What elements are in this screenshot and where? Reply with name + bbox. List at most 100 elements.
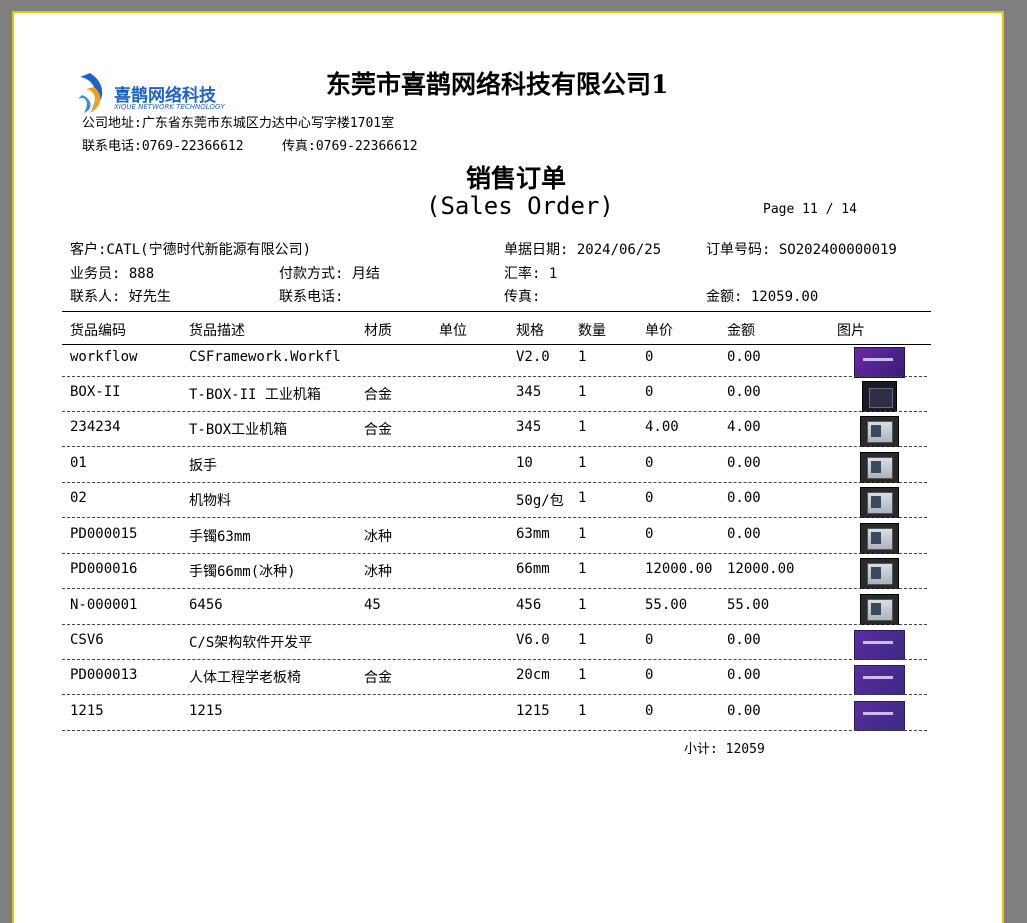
salesman: 业务员: 888 bbox=[70, 266, 155, 282]
cell-qty: 1 bbox=[578, 703, 587, 719]
col-header-image: 图片 bbox=[837, 323, 865, 339]
table-row: 234234 T-BOX工业机箱 合金 345 1 4.00 4.00 bbox=[14, 413, 1006, 448]
table-row: 01 扳手 10 1 0 0.00 bbox=[14, 449, 1006, 484]
cell-spec: 20cm bbox=[516, 667, 550, 683]
cell-spec: 456 bbox=[516, 597, 542, 613]
table-row: PD000016 手镯66mm(冰种) 冰种 66mm 1 12000.00 1… bbox=[14, 555, 1006, 590]
row-divider bbox=[62, 659, 927, 660]
cell-spec: V6.0 bbox=[516, 632, 550, 648]
product-image bbox=[860, 487, 899, 518]
cell-code: PD000016 bbox=[70, 561, 138, 577]
col-header-qty: 数量 bbox=[578, 323, 606, 339]
col-header-unit: 单位 bbox=[439, 323, 467, 339]
cell-code: 234234 bbox=[70, 419, 121, 435]
table-row: 1215 1215 1215 1 0 0.00 bbox=[14, 697, 1006, 732]
cell-amount: 0.00 bbox=[727, 349, 761, 365]
cell-amount: 55.00 bbox=[727, 597, 770, 613]
cell-desc: 6456 bbox=[189, 597, 223, 613]
cell-qty: 1 bbox=[578, 490, 587, 506]
cell-spec: 1215 bbox=[516, 703, 550, 719]
cell-amount: 0.00 bbox=[727, 526, 761, 542]
cell-price: 0 bbox=[645, 703, 654, 719]
cell-price: 0 bbox=[645, 490, 654, 506]
cell-desc: CSFramework.Workfl bbox=[189, 349, 341, 365]
subtotal: 小计: 12059 bbox=[684, 742, 765, 757]
page-number: Page 11 / 14 bbox=[763, 202, 857, 217]
info-fax: 传真: bbox=[504, 289, 541, 305]
cell-spec: 63mm bbox=[516, 526, 550, 542]
cell-desc: 扳手 bbox=[189, 458, 217, 474]
row-divider bbox=[62, 446, 927, 447]
cell-desc: 1215 bbox=[189, 703, 223, 719]
cell-desc: 手镯63mm bbox=[189, 529, 251, 545]
cell-code: 02 bbox=[70, 490, 87, 506]
cell-price: 55.00 bbox=[645, 597, 688, 613]
cell-material: 冰种 bbox=[364, 564, 392, 580]
cell-code: CSV6 bbox=[70, 632, 104, 648]
product-image bbox=[860, 523, 899, 554]
product-image bbox=[854, 665, 905, 695]
row-divider bbox=[62, 553, 927, 554]
table-row: PD000013 人体工程学老板椅 合金 20cm 1 0 0.00 bbox=[14, 661, 1006, 696]
cell-price: 0 bbox=[645, 632, 654, 648]
company-phone: 联系电话:0769-22366612 bbox=[82, 139, 244, 154]
cell-desc: 机物料 bbox=[189, 493, 231, 509]
doc-date: 单据日期: 2024/06/25 bbox=[504, 242, 662, 258]
cell-spec: 345 bbox=[516, 419, 542, 435]
product-image bbox=[860, 452, 899, 483]
cell-amount: 0.00 bbox=[727, 703, 761, 719]
cell-desc: C/S架构软件开发平 bbox=[189, 635, 313, 651]
cell-material: 合金 bbox=[364, 670, 392, 686]
product-image bbox=[860, 594, 899, 625]
row-divider bbox=[62, 411, 927, 412]
cell-amount: 0.00 bbox=[727, 490, 761, 506]
cell-material: 45 bbox=[364, 597, 381, 613]
company-name: 东莞市喜鹊网络科技有限公司1 bbox=[326, 70, 669, 99]
table-row: CSV6 C/S架构软件开发平 V6.0 1 0 0.00 bbox=[14, 626, 1006, 661]
cell-spec: 345 bbox=[516, 384, 542, 400]
product-image bbox=[854, 347, 905, 378]
customer: 客户:CATL(宁德时代新能源有限公司) bbox=[70, 242, 312, 258]
cell-qty: 1 bbox=[578, 667, 587, 683]
company-address: 公司地址:广东省东莞市东城区力达中心写字楼1701室 bbox=[82, 116, 395, 131]
table-row: workflow CSFramework.Workfl V2.0 1 0 0.0… bbox=[14, 343, 1006, 378]
cell-code: PD000015 bbox=[70, 526, 138, 542]
cell-qty: 1 bbox=[578, 597, 587, 613]
cell-spec: 50g/包 bbox=[516, 493, 564, 509]
cell-desc: 人体工程学老板椅 bbox=[189, 670, 301, 686]
report-page: 喜鹊网络科技 XIQUE NETWORK TECHNOLOGY 东莞市喜鹊网络科… bbox=[12, 11, 1004, 923]
contact-phone: 联系电话: bbox=[279, 289, 344, 305]
cell-amount: 0.00 bbox=[727, 667, 761, 683]
cell-qty: 1 bbox=[578, 526, 587, 542]
cell-desc: T-BOX工业机箱 bbox=[189, 422, 288, 438]
cell-code: 01 bbox=[70, 455, 87, 471]
col-header-price: 单价 bbox=[645, 323, 673, 339]
row-divider bbox=[62, 376, 927, 377]
cell-qty: 1 bbox=[578, 349, 587, 365]
cell-material: 合金 bbox=[364, 422, 392, 438]
cell-desc: 手镯66mm(冰种) bbox=[189, 564, 296, 580]
report-title-en: (Sales Order) bbox=[426, 192, 614, 220]
cell-price: 0 bbox=[645, 349, 654, 365]
cell-price: 0 bbox=[645, 667, 654, 683]
cell-qty: 1 bbox=[578, 455, 587, 471]
cell-amount: 12000.00 bbox=[727, 561, 795, 577]
exchange-rate: 汇率: 1 bbox=[504, 266, 558, 282]
row-divider bbox=[62, 624, 927, 625]
report-title-cn: 销售订单 bbox=[466, 164, 567, 193]
product-image bbox=[854, 701, 905, 731]
cell-amount: 0.00 bbox=[727, 384, 761, 400]
cell-code: BOX-II bbox=[70, 384, 121, 400]
col-header-spec: 规格 bbox=[516, 323, 544, 339]
cell-spec: 10 bbox=[516, 455, 533, 471]
logo-text-en: XIQUE NETWORK TECHNOLOGY bbox=[114, 103, 225, 111]
cell-qty: 1 bbox=[578, 632, 587, 648]
col-header-code: 货品编码 bbox=[70, 323, 126, 339]
cell-code: 1215 bbox=[70, 703, 104, 719]
table-row: PD000015 手镯63mm 冰种 63mm 1 0 0.00 bbox=[14, 520, 1006, 555]
table-row: N-000001 6456 45 456 1 55.00 55.00 bbox=[14, 591, 1006, 626]
cell-price: 4.00 bbox=[645, 419, 679, 435]
table-top-rule bbox=[62, 311, 931, 312]
col-header-desc: 货品描述 bbox=[189, 323, 245, 339]
product-image bbox=[860, 558, 899, 589]
